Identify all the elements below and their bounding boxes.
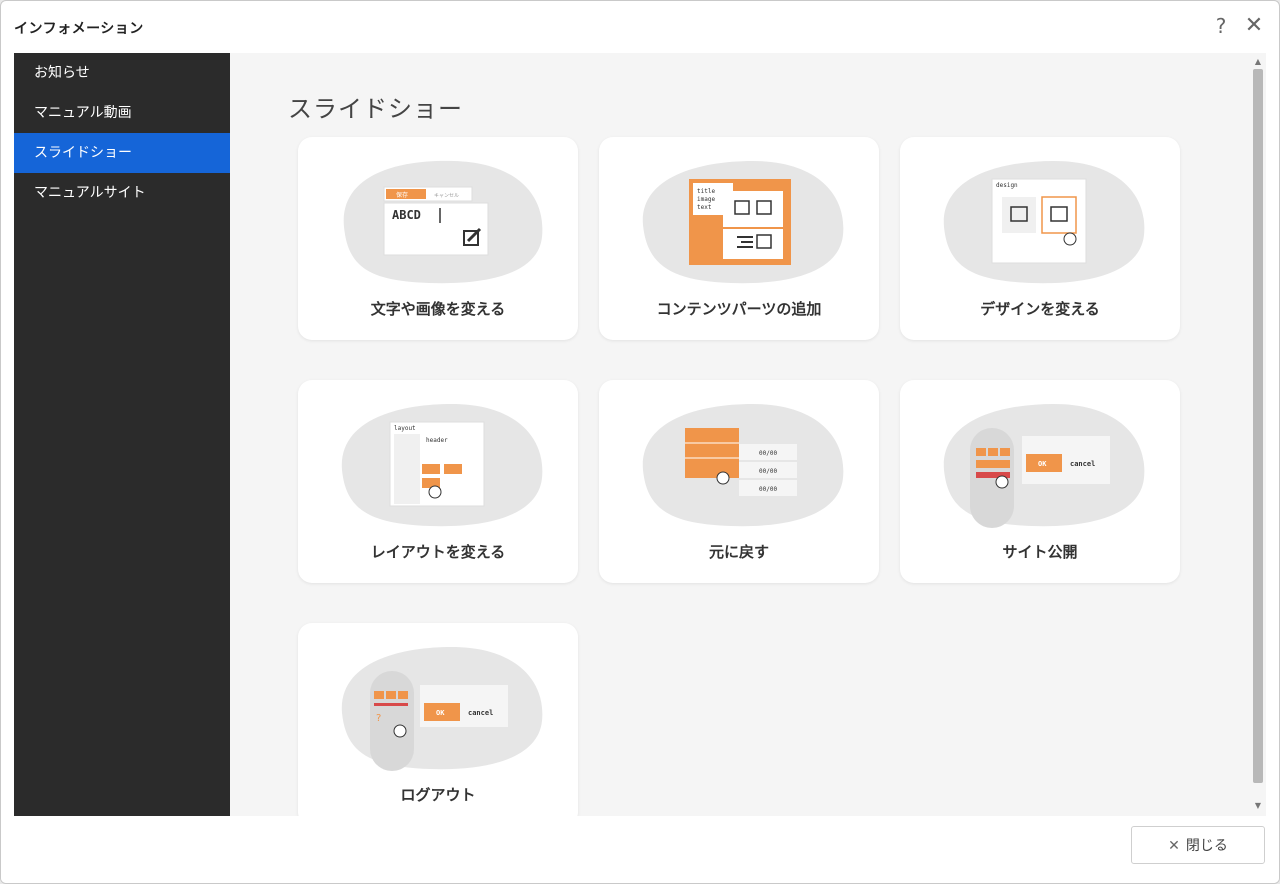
text-text: text <box>697 204 712 211</box>
image-text: image <box>697 196 715 203</box>
close-button-icon: ✕ <box>1168 838 1180 854</box>
close-button-label: 閉じる <box>1185 838 1228 854</box>
information-dialog: インフォメーション ? ✕ お知らせ マニュアル動画 スライドショー マニュアル… <box>0 0 1280 884</box>
change-layout-illustration: layout header <box>341 404 543 527</box>
change-design-illustration: design <box>943 161 1145 284</box>
scroll-down-arrow-icon[interactable]: ▼ <box>1253 801 1263 811</box>
card-change-layout[interactable]: layout header レイアウトを変える <box>298 380 578 583</box>
header-text: header <box>426 437 448 444</box>
card-label: デザインを変える <box>980 300 1100 318</box>
dialog-title: インフォメーション <box>14 21 144 37</box>
card-label: 文字や画像を変える <box>370 300 506 318</box>
save-tab-text: 保存 <box>396 191 408 199</box>
card-label: レイアウトを変える <box>370 543 506 561</box>
timestamp-text: 00/00 <box>759 468 777 475</box>
close-icon[interactable]: ✕ <box>1243 15 1265 37</box>
main-content: スライドショー 保存 キャンセル ABCD 文字や画像を変える title im… <box>230 53 1250 816</box>
card-logout[interactable]: ? OK cancel ログアウト <box>298 623 578 816</box>
cancel-text: cancel <box>1070 460 1095 468</box>
scroll-thumb[interactable] <box>1253 69 1263 783</box>
card-change-design[interactable]: design デザインを変える <box>900 137 1180 340</box>
undo-illustration: 00/00 00/00 00/00 <box>642 404 844 527</box>
card-label: コンテンツパーツの追加 <box>656 300 822 318</box>
question-text: ? <box>376 713 381 724</box>
dialog-footer: ✕ 閉じる <box>1 816 1279 883</box>
help-icon[interactable]: ? <box>1210 15 1232 37</box>
add-content-parts-illustration: title image text <box>642 161 844 284</box>
vertical-scrollbar[interactable]: ▲ ▼ <box>1250 53 1266 816</box>
timestamp-text: 00/00 <box>759 450 777 457</box>
card-undo[interactable]: 00/00 00/00 00/00 元に戻す <box>599 380 879 583</box>
timestamp-text: 00/00 <box>759 486 777 493</box>
scroll-up-arrow-icon[interactable]: ▲ <box>1253 57 1263 67</box>
sidebar-item-manual-site[interactable]: マニュアルサイト <box>14 173 230 213</box>
cancel-text: cancel <box>468 709 493 717</box>
cancel-tab-text: キャンセル <box>434 193 459 199</box>
layout-text: layout <box>394 425 416 432</box>
sidebar-item-manual-video[interactable]: マニュアル動画 <box>14 93 230 133</box>
title-text: title <box>697 188 715 195</box>
design-text: design <box>996 182 1018 189</box>
card-publish-site[interactable]: OK cancel サイト公開 <box>900 380 1180 583</box>
sidebar: お知らせ マニュアル動画 スライドショー マニュアルサイト <box>14 53 230 816</box>
ok-text: OK <box>1038 460 1047 468</box>
sidebar-item-news[interactable]: お知らせ <box>14 53 230 93</box>
publish-site-illustration: OK cancel <box>943 404 1145 528</box>
logout-illustration: ? OK cancel <box>341 647 543 771</box>
card-add-content-parts[interactable]: title image text コンテンツパーツの追加 <box>599 137 879 340</box>
page-title: スライドショー <box>288 95 463 124</box>
card-edit-text-image[interactable]: 保存 キャンセル ABCD 文字や画像を変える <box>298 137 578 340</box>
sidebar-item-slideshow[interactable]: スライドショー <box>14 133 230 173</box>
ok-text: OK <box>436 709 445 717</box>
title-bar: インフォメーション ? ✕ <box>1 1 1279 53</box>
edit-text-image-illustration: 保存 キャンセル ABCD <box>343 160 543 284</box>
card-label: 元に戻す <box>708 543 769 561</box>
card-label: サイト公開 <box>1002 543 1078 561</box>
close-button[interactable]: ✕ 閉じる <box>1131 826 1265 864</box>
abcd-text: ABCD <box>392 208 421 222</box>
card-label: ログアウト <box>400 786 476 804</box>
